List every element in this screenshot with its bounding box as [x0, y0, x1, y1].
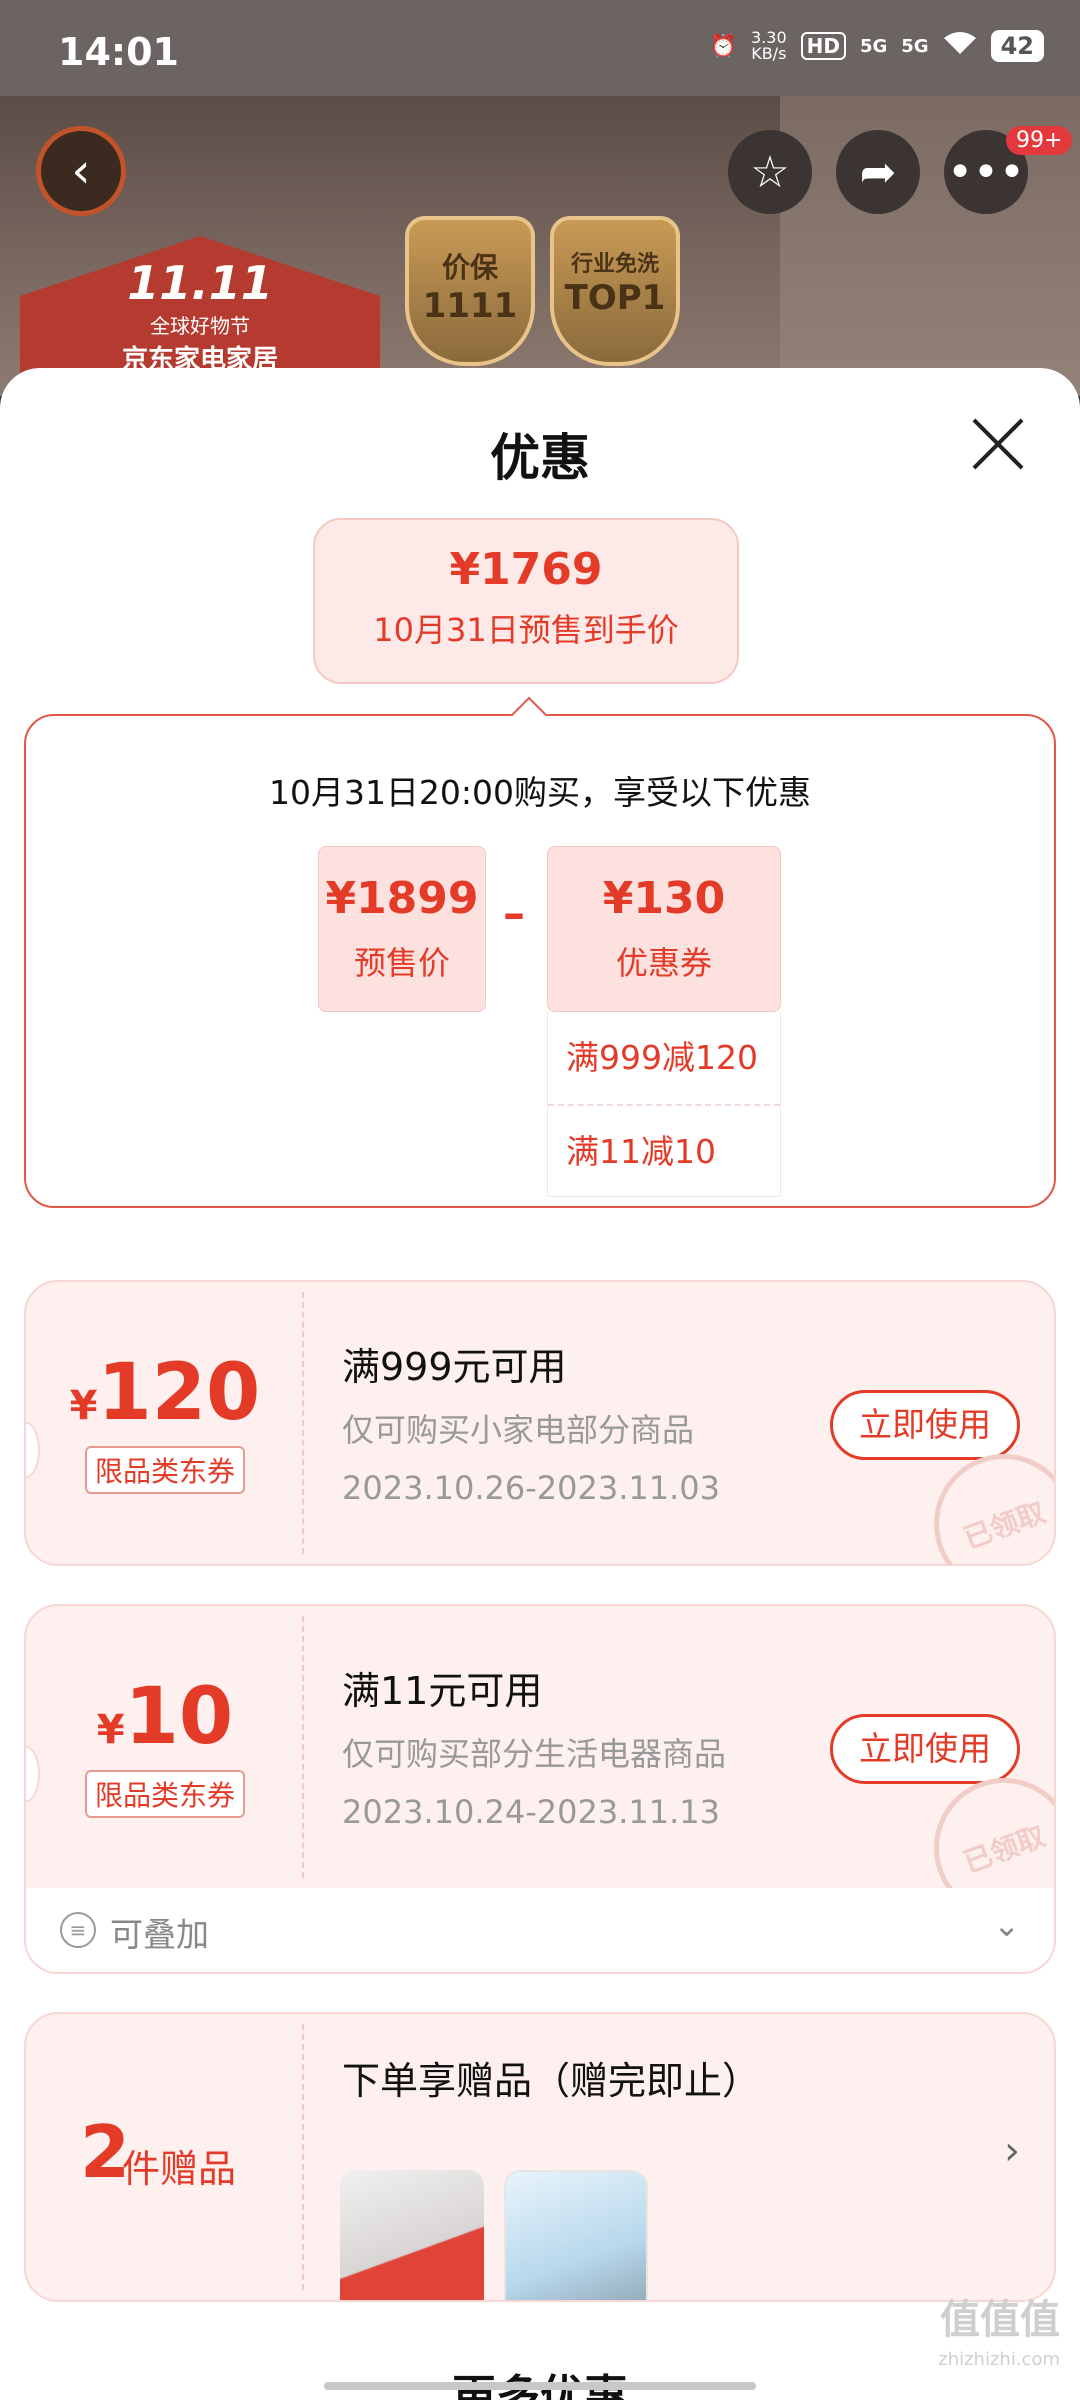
stackable-toggle[interactable]: ≡ 可叠加 ⌄ [24, 1888, 1056, 1974]
more-dots-icon: ••• [947, 146, 1025, 198]
coupon-info: 满11元可用 仅可购买部分生活电器商品 2023.10.24-2023.11.1… [342, 1660, 726, 1831]
final-price-pill: ¥1769 10月31日预售到手价 [313, 518, 739, 684]
coupon-condition: 满11元可用 [342, 1669, 543, 1713]
coupon-amount-area: ¥10 限品类东券 [26, 1606, 304, 1888]
gift-card[interactable]: 2 件赠品 下单享赠品（赠完即止） › [24, 2012, 1056, 2302]
use-now-button[interactable]: 立即使用 [830, 1390, 1020, 1460]
use-now-button[interactable]: 立即使用 [830, 1714, 1020, 1784]
coupon-desc: 仅可购买部分生活电器商品 [342, 1735, 727, 1773]
more-discounts-heading: 更多优惠 [452, 2371, 628, 2400]
alarm-icon: ⏰ [709, 33, 737, 59]
gift-divider [302, 2024, 304, 2290]
chevron-left-icon: ‹ [71, 143, 91, 199]
coupon-total-cell: ¥130 优惠券 [547, 846, 781, 1012]
gift-thumbnail-card[interactable] [504, 2170, 648, 2300]
chevron-right-icon: › [1004, 2128, 1020, 2174]
signal-icon: 5G [859, 35, 888, 57]
hd-icon: HD [800, 32, 846, 60]
chevron-down-icon: ⌄ [993, 1906, 1020, 1944]
share-icon: ➦ [859, 146, 897, 198]
final-price-desc: 10月31日预售到手价 [373, 611, 679, 649]
wifi-icon [943, 30, 977, 62]
price-calc-box: 10月31日20:00购买，享受以下优惠 [24, 696, 1056, 1208]
coupon-desc: 仅可购买小家电部分商品 [342, 1411, 695, 1449]
coupon-amount: ¥120 [69, 1348, 261, 1438]
coupon-amount-area: ¥120 限品类东券 [26, 1282, 304, 1564]
discount-sheet: 优惠 ¥1769 10月31日预售到手价 10月31日20:00购买，享受以下优… [0, 368, 1080, 2400]
share-button[interactable]: ➦ [836, 130, 920, 214]
product-header-background: ‹ ☆ ➦ ••• 99+ 11.11 全球好物节 京东家电家居 价保 1111… [0, 96, 1080, 396]
signal-icon-2: 5G [901, 35, 929, 57]
status-icons: ⏰ 3.30 KB/s HD 5G 5G 42 [710, 30, 1044, 62]
gift-thumbnail-humidifier[interactable] [340, 2170, 484, 2300]
industry-badge: 行业免洗 TOP1 [550, 216, 680, 366]
back-button[interactable]: ‹ [36, 126, 126, 216]
home-indicator[interactable] [324, 2382, 756, 2390]
coupon-breakdown-list: 满999减120 满11减10 [547, 1012, 781, 1197]
stack-icon: ≡ [60, 1912, 96, 1948]
sheet-title: 优惠 [490, 429, 590, 487]
list-item: 满11减10 [548, 1104, 780, 1196]
coupon-info: 满999元可用 仅可购买小家电部分商品 2023.10.26-2023.11.0… [342, 1336, 720, 1507]
gift-count-area: 2 件赠品 [26, 2014, 304, 2300]
coupon-card: ¥10 限品类东券 满11元可用 仅可购买部分生活电器商品 2023.10.24… [24, 1604, 1056, 1890]
battery-icon: 42 [990, 30, 1044, 62]
notification-badge: 99+ [1006, 126, 1073, 155]
calc-header: 10月31日20:00购买，享受以下优惠 [268, 773, 812, 812]
coupon-date: 2023.10.24-2023.11.13 [342, 1793, 720, 1831]
close-button[interactable] [968, 414, 1028, 474]
minus-sign: – [503, 888, 525, 939]
gift-title: 下单享赠品（赠完即止） [342, 2059, 761, 2103]
favorite-button[interactable]: ☆ [728, 130, 812, 214]
clock: 14:01 [58, 30, 179, 74]
star-icon: ☆ [750, 146, 790, 198]
presale-price-cell: ¥1899 预售价 [318, 846, 486, 1012]
gift-unit: 件赠品 [122, 2147, 237, 2191]
price-protect-badge: 价保 1111 [405, 216, 535, 366]
coupon-amount: ¥10 [96, 1672, 234, 1762]
callout-notch [510, 696, 548, 734]
status-bar: 14:01 ⏰ 3.30 KB/s HD 5G 5G 42 [0, 0, 1080, 96]
stackable-label: 可叠加 [110, 1915, 209, 1954]
coupon-divider [302, 1616, 304, 1878]
coupon-card: ¥120 限品类东券 满999元可用 仅可购买小家电部分商品 2023.10.2… [24, 1280, 1056, 1566]
final-price: ¥1769 [449, 544, 603, 595]
coupon-type-tag: 限品类东券 [84, 1770, 245, 1818]
coupon-date: 2023.10.26-2023.11.03 [342, 1469, 720, 1507]
coupon-type-tag: 限品类东券 [84, 1446, 245, 1494]
promo-banner: 11.11 全球好物节 京东家电家居 [20, 236, 380, 386]
coupon-divider [302, 1292, 304, 1554]
watermark: 值值值 zhizhizhi.com [938, 2297, 1060, 2370]
list-item: 满999减120 [566, 1038, 758, 1077]
net-speed: 3.30 KB/s [751, 28, 787, 63]
coupon-condition: 满999元可用 [342, 1345, 567, 1389]
